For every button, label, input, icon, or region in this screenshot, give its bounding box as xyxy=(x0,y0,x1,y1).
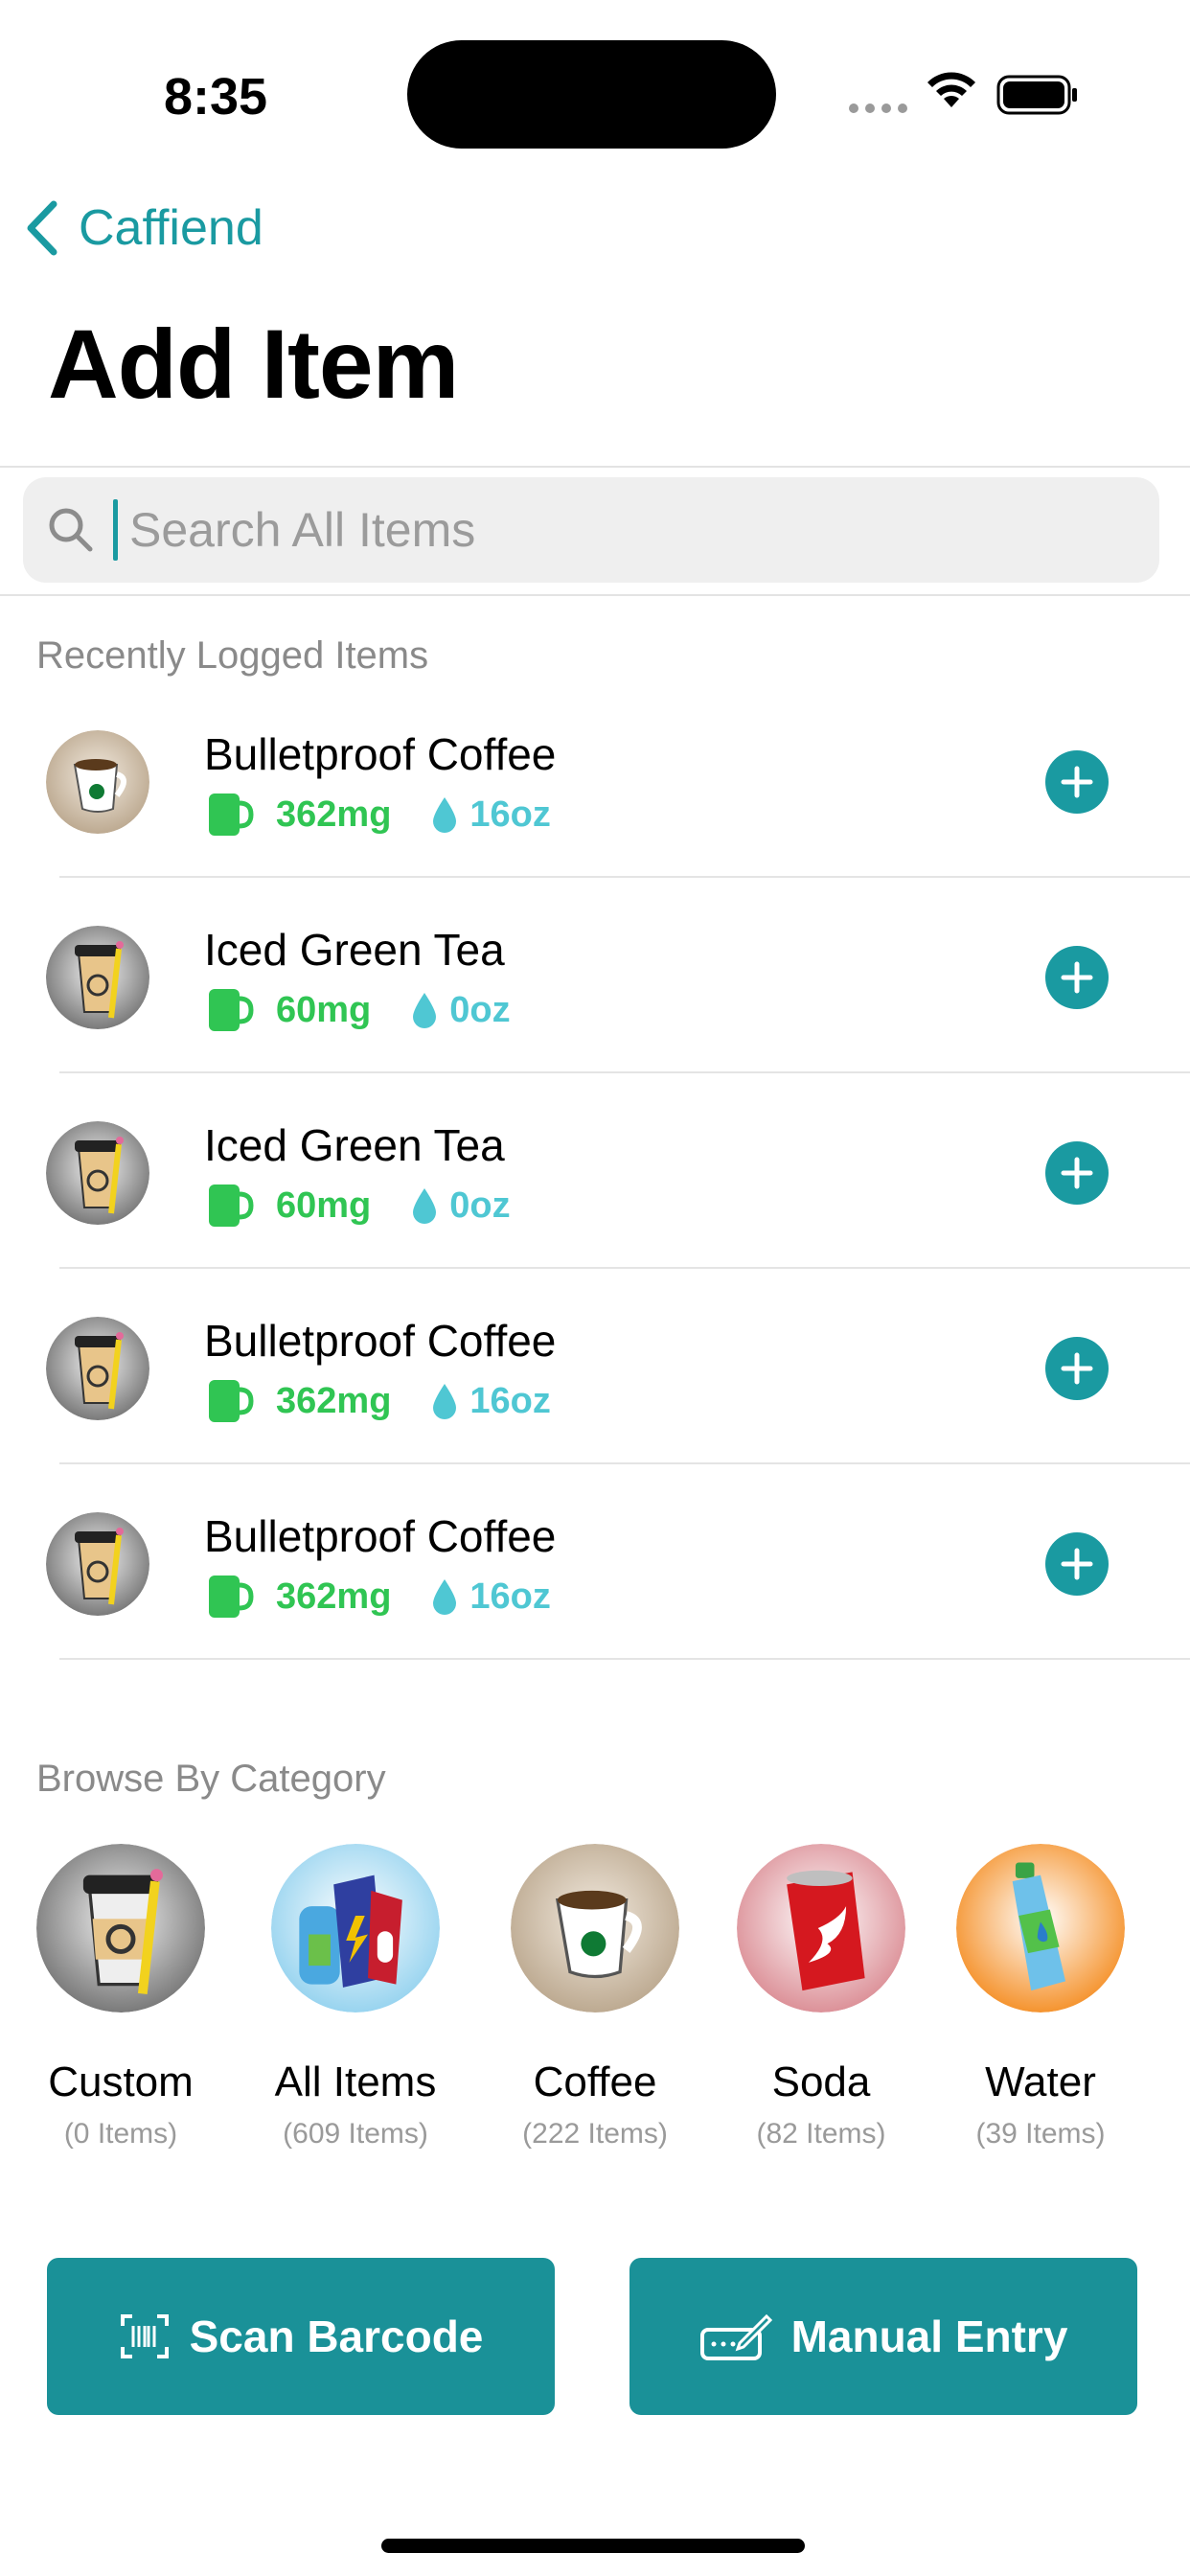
plus-icon xyxy=(1061,766,1093,798)
category-count: (82 Items) xyxy=(756,2118,886,2150)
category-count: (39 Items) xyxy=(975,2118,1106,2150)
wifi-icon xyxy=(927,72,975,107)
chevron-left-icon xyxy=(27,200,57,256)
caffeine-amount: 362mg xyxy=(276,1380,392,1421)
category-name: Soda xyxy=(771,2058,871,2105)
volume-amount: 16oz xyxy=(469,1380,551,1421)
add-button[interactable] xyxy=(1045,1337,1109,1400)
item-name: Iced Green Tea xyxy=(204,925,505,975)
volume-amount: 0oz xyxy=(449,1184,511,1226)
back-label: Caffiend xyxy=(79,200,263,256)
battery-icon xyxy=(996,75,1077,115)
text-cursor xyxy=(113,499,118,561)
water-drop-icon xyxy=(433,1384,457,1419)
caffeine-amount: 362mg xyxy=(276,794,392,835)
category-all-items[interactable]: All Items (609 Items) xyxy=(240,1844,470,2150)
soda-can-icon xyxy=(737,1844,905,2012)
page-title: Add Item xyxy=(48,310,459,419)
add-button[interactable] xyxy=(1045,946,1109,1009)
category-name: Coffee xyxy=(533,2058,657,2105)
volume-amount: 16oz xyxy=(469,794,551,835)
plus-icon xyxy=(1061,1157,1093,1189)
category-name: Water xyxy=(985,2058,1096,2105)
item-name: Bulletproof Coffee xyxy=(204,729,557,779)
mug-icon xyxy=(209,794,254,836)
status-time: 8:35 xyxy=(164,68,268,126)
volume-amount: 0oz xyxy=(449,989,511,1030)
plus-icon xyxy=(1061,1548,1093,1580)
mug-icon xyxy=(209,989,254,1031)
custom-cup-icon xyxy=(46,1512,149,1616)
water-drop-icon xyxy=(433,797,457,833)
divider xyxy=(0,594,1190,596)
category-water[interactable]: Water (39 Items) xyxy=(926,1844,1156,2150)
category-custom[interactable]: Custom (0 Items) xyxy=(6,1844,236,2150)
back-button[interactable]: Caffiend xyxy=(23,199,263,257)
custom-cup-icon xyxy=(46,1121,149,1225)
category-coffee[interactable]: Coffee (222 Items) xyxy=(480,1844,710,2150)
plus-icon xyxy=(1061,961,1093,994)
manual-entry-label: Manual Entry xyxy=(790,2312,1068,2361)
category-name: Custom xyxy=(48,2058,194,2105)
category-count: (609 Items) xyxy=(283,2118,428,2150)
keyboard-edit-icon xyxy=(699,2313,772,2360)
mug-icon xyxy=(209,1576,254,1618)
cellular-signal-icon xyxy=(849,104,907,113)
scan-barcode-button[interactable]: Scan Barcode xyxy=(47,2258,555,2415)
coffee-mug-icon xyxy=(511,1844,679,2012)
item-name: Iced Green Tea xyxy=(204,1120,505,1170)
add-button[interactable] xyxy=(1045,1532,1109,1596)
list-item[interactable]: Bulletproof Coffee 362mg 16oz xyxy=(0,682,1190,878)
category-count: (222 Items) xyxy=(522,2118,668,2150)
all-items-icon xyxy=(271,1844,440,2012)
category-soda[interactable]: Soda (82 Items) xyxy=(706,1844,936,2150)
add-button[interactable] xyxy=(1045,1141,1109,1205)
list-item[interactable]: Bulletproof Coffee 362mg 16oz xyxy=(0,1269,1190,1464)
search-bar[interactable] xyxy=(23,477,1159,583)
manual-entry-button[interactable]: Manual Entry xyxy=(629,2258,1137,2415)
category-carousel[interactable]: Custom (0 Items) All Items (609 Items) C… xyxy=(0,1844,1190,2170)
home-indicator xyxy=(381,2539,805,2553)
custom-cup-icon xyxy=(46,926,149,1029)
item-name: Bulletproof Coffee xyxy=(204,1511,557,1561)
row-divider xyxy=(59,1658,1190,1660)
list-item[interactable]: Iced Green Tea 60mg 0oz xyxy=(0,878,1190,1073)
water-drop-icon xyxy=(413,993,437,1028)
dynamic-island xyxy=(407,40,776,149)
mug-icon xyxy=(209,1380,254,1422)
category-count: (0 Items) xyxy=(63,2118,178,2150)
list-item[interactable]: Iced Green Tea 60mg 0oz xyxy=(0,1073,1190,1269)
barcode-scan-icon xyxy=(120,2314,169,2358)
caffeine-amount: 362mg xyxy=(276,1576,392,1617)
search-input[interactable] xyxy=(127,501,1089,559)
recent-items-list: Bulletproof Coffee 362mg 16oz Iced Green… xyxy=(0,682,1190,1660)
caffeine-amount: 60mg xyxy=(276,1184,372,1226)
caffeine-amount: 60mg xyxy=(276,989,372,1030)
category-name: All Items xyxy=(274,2058,437,2105)
add-button[interactable] xyxy=(1045,750,1109,814)
scan-barcode-label: Scan Barcode xyxy=(189,2312,484,2361)
custom-cup-icon xyxy=(46,1317,149,1420)
water-drop-icon xyxy=(413,1188,437,1224)
item-name: Bulletproof Coffee xyxy=(204,1316,557,1366)
divider xyxy=(0,466,1190,468)
category-heading: Browse By Category xyxy=(36,1758,386,1800)
list-item[interactable]: Bulletproof Coffee 362mg 16oz xyxy=(0,1464,1190,1660)
plus-icon xyxy=(1061,1352,1093,1385)
coffee-mug-icon xyxy=(46,730,149,834)
custom-cup-icon xyxy=(36,1844,205,2012)
recent-heading: Recently Logged Items xyxy=(36,634,429,677)
search-icon xyxy=(49,508,93,552)
mug-icon xyxy=(209,1184,254,1227)
water-drop-icon xyxy=(433,1579,457,1615)
volume-amount: 16oz xyxy=(469,1576,551,1617)
water-bottle-icon xyxy=(956,1844,1125,2012)
